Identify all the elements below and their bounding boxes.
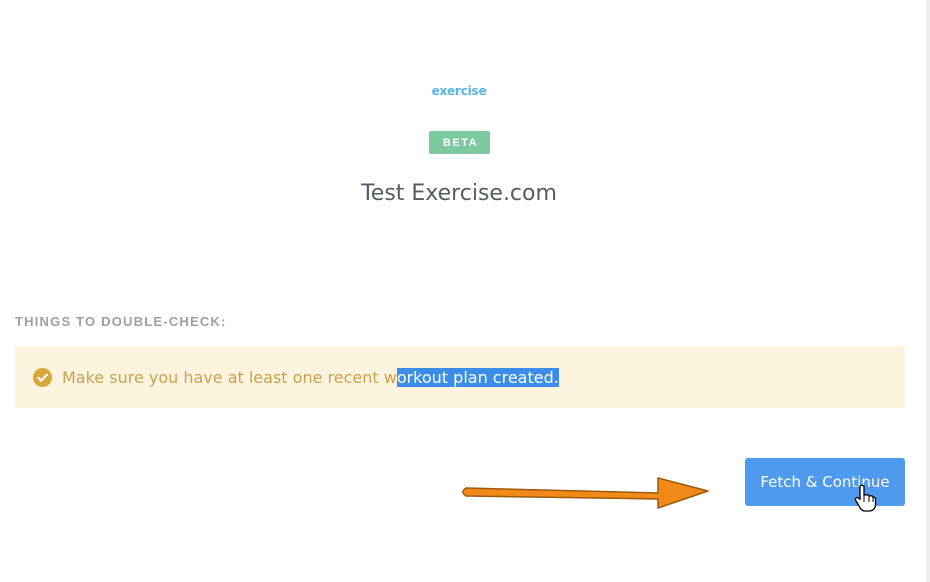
hand-pointer-icon	[854, 484, 877, 512]
scroll-edge	[926, 0, 930, 582]
notice-text-plain: Make sure you have at least one recent w	[62, 367, 397, 387]
notice-text-selected: orkout plan created.	[396, 367, 559, 387]
orange-arrow-icon	[462, 477, 709, 509]
beta-badge: BETA	[429, 131, 490, 154]
double-check-notice: Make sure you have at least one recent w…	[15, 346, 905, 408]
check-circle-icon	[33, 367, 52, 387]
section-heading: THINGS TO DOUBLE-CHECK:	[15, 314, 227, 329]
page-title: Test Exercise.com	[361, 181, 557, 206]
fetch-continue-button[interactable]: Fetch & Continue	[745, 458, 905, 506]
notice-text: Make sure you have at least one recent w…	[62, 367, 559, 387]
app-logo: exercise	[431, 84, 487, 98]
